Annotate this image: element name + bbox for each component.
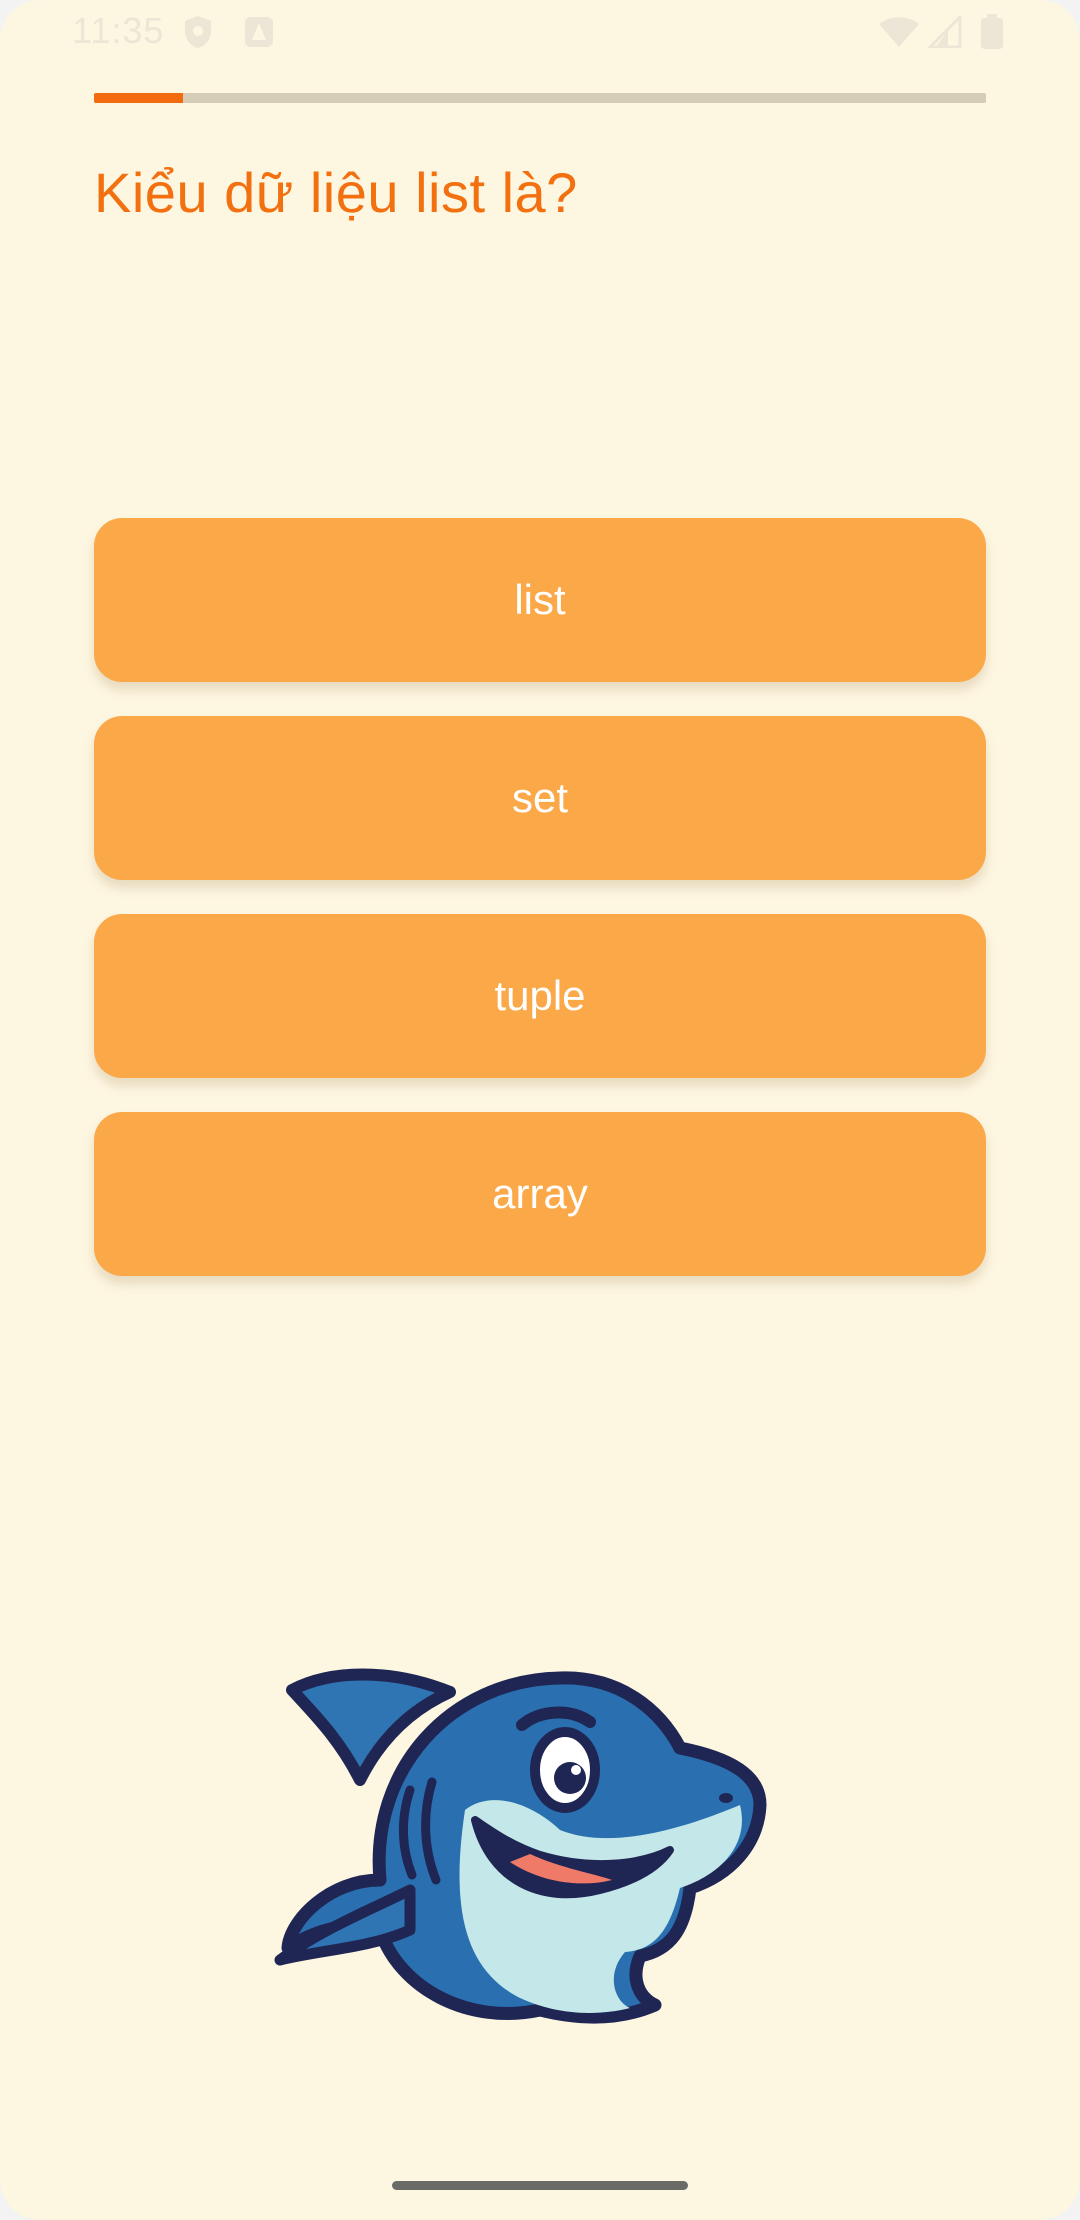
quiz-progress-fill	[94, 93, 184, 103]
quiz-progress-bar	[94, 93, 986, 103]
answer-button-tuple[interactable]: tuple	[94, 914, 986, 1078]
notification-app-icon	[244, 16, 274, 53]
quiz-screen: 11:35 Kiểu dữ liệu list là? list set tup…	[0, 0, 1080, 2220]
question-title: Kiểu dữ liệu list là?	[94, 161, 578, 224]
answer-options: list set tuple array	[94, 518, 986, 1310]
answer-button-list[interactable]: list	[94, 518, 986, 682]
home-indicator[interactable]	[392, 2181, 688, 2190]
wifi-icon	[878, 16, 920, 53]
shark-mascot-icon	[260, 1630, 820, 2130]
battery-icon	[980, 14, 1004, 55]
shield-icon	[182, 14, 214, 55]
status-time: 11:35	[72, 10, 165, 51]
answer-button-array[interactable]: array	[94, 1112, 986, 1276]
answer-button-set[interactable]: set	[94, 716, 986, 880]
cellular-signal-icon	[926, 13, 962, 53]
status-bar: 11:35	[0, 0, 1080, 64]
